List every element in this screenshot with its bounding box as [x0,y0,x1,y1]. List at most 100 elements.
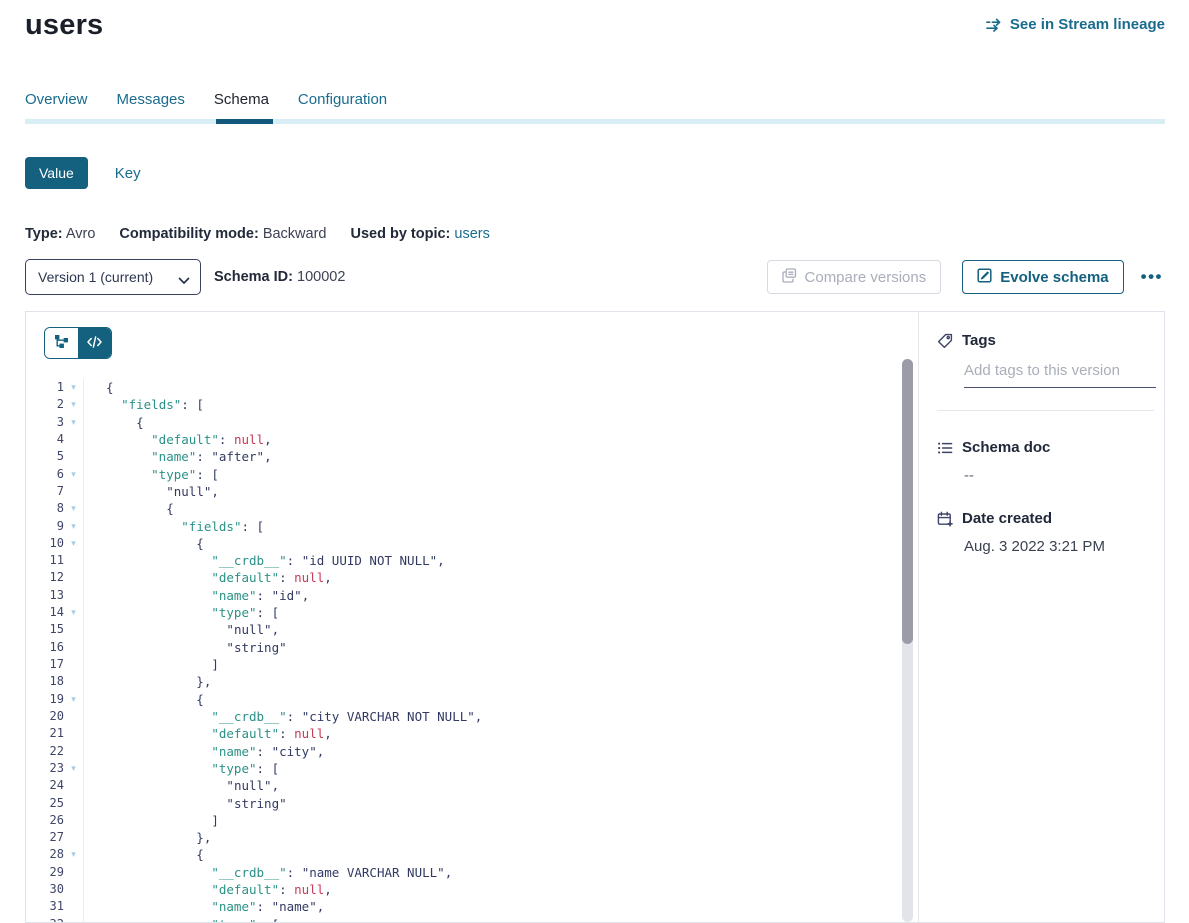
code-line: 24 "null", [26,777,894,794]
code-text: "name": "city", [83,743,894,760]
fold-spacer [64,777,83,794]
code-text: "__crdb__": "id UUID NOT NULL", [83,552,894,569]
fold-spacer [64,708,83,725]
toolbar-actions: Compare versions Evolve schema ••• [767,260,1165,294]
topic-link[interactable]: users [454,226,489,242]
tree-view-button[interactable] [45,328,78,358]
code-line: 18 }, [26,673,894,690]
key-button[interactable]: Key [115,165,141,182]
fold-toggle-icon[interactable]: ▾ [64,604,83,621]
code-line: 25 "string" [26,795,894,812]
code-line: 13 "name": "id", [26,587,894,604]
fold-spacer [64,639,83,656]
code-line: 30 "default": null, [26,881,894,898]
line-number: 13 [26,587,64,604]
code-text: "default": null, [83,431,894,448]
code-line: 17 ] [26,656,894,673]
code-view-icon [87,336,102,351]
code-line: 27 }, [26,829,894,846]
fold-spacer [64,795,83,812]
tags-input[interactable] [964,362,1156,388]
line-number: 8 [26,500,64,517]
line-number: 16 [26,639,64,656]
stream-lineage-link[interactable]: See in Stream lineage [986,16,1165,33]
tab-schema[interactable]: Schema [214,91,269,119]
fold-toggle-icon[interactable]: ▾ [64,760,83,777]
fold-toggle-icon[interactable]: ▾ [64,379,83,396]
code-text: { [83,846,894,863]
line-number: 32 [26,916,64,923]
line-number: 23 [26,760,64,777]
code-line: 15 "null", [26,621,894,638]
schema-doc-icon [937,440,953,456]
line-number: 10 [26,535,64,552]
code-text: "fields": [ [83,518,894,535]
code-text: { [83,500,894,517]
code-text: ] [83,656,894,673]
line-number: 25 [26,795,64,812]
code-text: "name": "name", [83,898,894,915]
more-options-button[interactable]: ••• [1139,263,1165,291]
tab-configuration[interactable]: Configuration [298,91,387,119]
code-text: "string" [83,639,894,656]
code-text: "null", [83,483,894,500]
line-number: 22 [26,743,64,760]
schema-panel: 1▾{2▾ "fields": [3▾ {4 "default": null,5… [25,311,1165,923]
schema-page: users See in Stream lineage Overview Mes… [0,0,1189,923]
versions-icon [782,268,797,287]
tab-messages[interactable]: Messages [117,91,185,119]
line-number: 27 [26,829,64,846]
code-line: 23▾ "type": [ [26,760,894,777]
code-view-button[interactable] [78,328,111,358]
line-number: 20 [26,708,64,725]
fold-toggle-icon[interactable]: ▾ [64,535,83,552]
code-line: 14▾ "type": [ [26,604,894,621]
fold-toggle-icon[interactable]: ▾ [64,518,83,535]
fold-spacer [64,621,83,638]
fold-toggle-icon[interactable]: ▾ [64,414,83,431]
edit-icon [977,268,992,287]
compare-versions-button[interactable]: Compare versions [767,260,942,294]
code-text: "default": null, [83,725,894,742]
fold-toggle-icon[interactable]: ▾ [64,466,83,483]
fold-toggle-icon[interactable]: ▾ [64,396,83,413]
fold-spacer [64,881,83,898]
tab-overview[interactable]: Overview [25,91,88,119]
fold-toggle-icon[interactable]: ▾ [64,500,83,517]
schema-code-pane: 1▾{2▾ "fields": [3▾ {4 "default": null,5… [26,312,919,922]
code-line: 2▾ "fields": [ [26,396,894,413]
line-number: 12 [26,569,64,586]
code-text: "fields": [ [83,396,894,413]
code-text: "null", [83,621,894,638]
fold-toggle-icon[interactable]: ▾ [64,916,83,923]
line-number: 6 [26,466,64,483]
stream-lineage-icon [986,18,1003,32]
value-button[interactable]: Value [25,157,88,189]
date-created-value: Aug. 3 2022 3:21 PM [964,538,1156,555]
code-line: 20 "__crdb__": "city VARCHAR NOT NULL", [26,708,894,725]
line-number: 30 [26,881,64,898]
date-created-header: Date created [937,510,1156,527]
fold-toggle-icon[interactable]: ▾ [64,846,83,863]
code-line: 8▾ { [26,500,894,517]
schema-meta: Type: Avro Compatibility mode: Backward … [25,226,1165,242]
line-number: 17 [26,656,64,673]
editor-scrollbar-thumb[interactable] [902,359,913,644]
schema-sidebar: Tags Schema doc [919,312,1165,922]
code-text: "default": null, [83,881,894,898]
fold-spacer [64,673,83,690]
tags-header: Tags [937,332,1156,349]
code-text: "type": [ [83,916,894,923]
line-number: 28 [26,846,64,863]
line-number: 21 [26,725,64,742]
page-title: users [25,9,103,42]
calendar-plus-icon [937,511,953,527]
fold-toggle-icon[interactable]: ▾ [64,691,83,708]
code-text: ] [83,812,894,829]
code-text: "default": null, [83,569,894,586]
evolve-schema-button[interactable]: Evolve schema [962,260,1123,294]
fold-spacer [64,483,83,500]
version-select[interactable]: Version 1 (current) [25,259,201,295]
schema-id: Schema ID: 100002 [214,269,345,285]
editor-scrollbar-track[interactable] [902,359,913,922]
